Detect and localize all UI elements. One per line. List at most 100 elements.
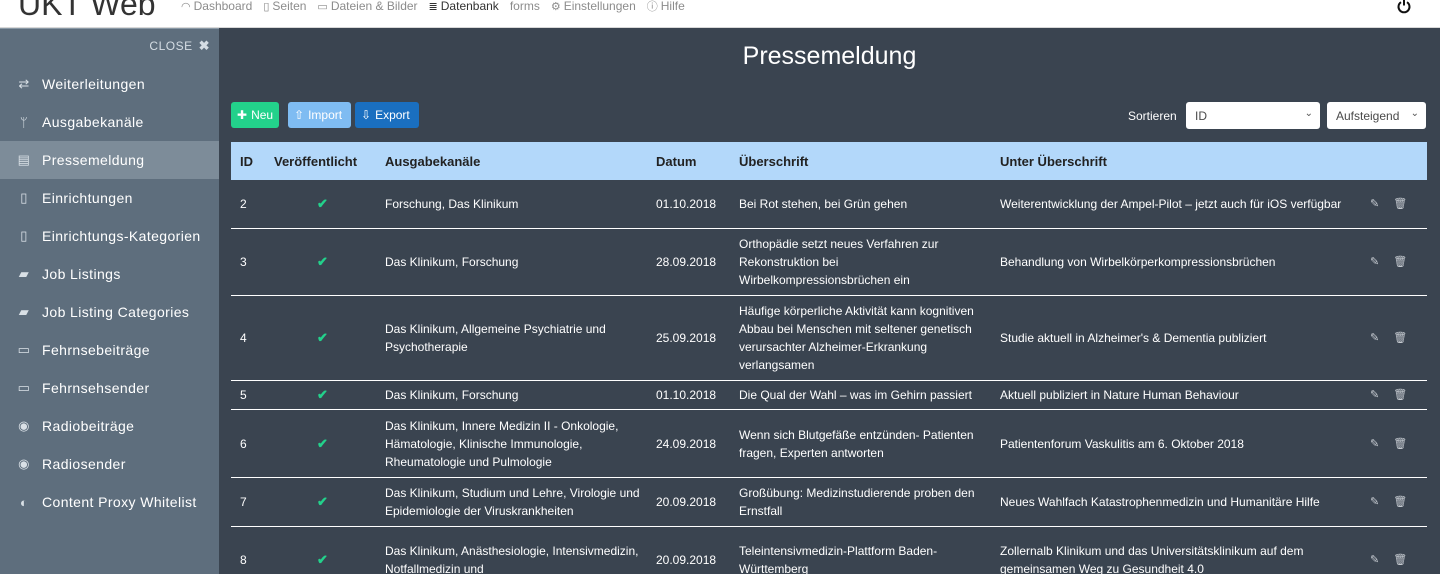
cell-channels: Das Klinikum, Forschung	[385, 388, 519, 402]
nav-item-label: forms	[509, 0, 540, 13]
nav-item-datenbank[interactable]: ≣ Datenbank	[429, 0, 499, 14]
nav-item-dashboard[interactable]: ◠ Dashboard	[181, 0, 252, 14]
sidebar-item-pressemeldung[interactable]: ▤ Pressemeldung	[0, 141, 219, 179]
cell-date: 01.10.2018	[656, 388, 717, 402]
pencil-icon[interactable]: ✎	[1370, 435, 1379, 453]
sidebar-close-button[interactable]: CLOSE ✖	[149, 38, 210, 54]
sort-order-select[interactable]: Aufsteigend ⌄	[1327, 102, 1426, 129]
cell-date: 25.09.2018	[656, 331, 717, 345]
import-button[interactable]: ⇧ Import	[288, 102, 351, 128]
cell-date: 01.10.2018	[656, 197, 717, 211]
sidebar-item-label: Ausgabekanäle	[42, 114, 144, 130]
power-icon[interactable]	[1396, 0, 1412, 14]
table-row[interactable]: 5 ✔ Das Klinikum, Forschung 01.10.2018 Die Q…	[231, 381, 1427, 410]
table-row[interactable]: 4 ✔ Das Klinikum, Allgemeine Psychiatrie u…	[231, 296, 1427, 381]
check-icon: ✔	[317, 254, 328, 269]
row-actions: ✎ 🗑	[1370, 435, 1427, 453]
sidebar-item-radiosender[interactable]: ◉ Radiosender	[0, 445, 219, 483]
pencil-icon[interactable]: ✎	[1370, 551, 1379, 569]
table-row[interactable]: 8 ✔ Das Klinikum, Anästhesiologie, Intensi…	[231, 527, 1427, 574]
sidebar-item-einrichtungen[interactable]: ▯ Einrichtungen	[0, 179, 219, 217]
nav-item-dateien-bilder[interactable]: ▭ Dateien & Bilder	[317, 0, 417, 14]
nav-item-forms[interactable]: forms	[510, 0, 540, 14]
nav-item-label: Einstellungen	[563, 0, 636, 13]
sidebar-item-label: Fehrnsehsender	[42, 380, 150, 396]
cell-subtitle: Patientenforum Vaskulitis am 6. Oktober …	[1000, 436, 1244, 451]
trash-icon[interactable]: 🗑	[1393, 435, 1407, 453]
col-header-id[interactable]: ID	[231, 154, 274, 169]
sidebar: CLOSE ✖ ⇄ Weiterleitungen ᛘ Ausgabekanäle ▤ P…	[0, 28, 219, 574]
trash-icon[interactable]: 🗑	[1393, 493, 1407, 511]
sort-order-value: Aufsteigend	[1336, 108, 1400, 123]
sidebar-item-job-listing-categories[interactable]: ▰ Job Listing Categories	[0, 293, 219, 331]
trash-icon[interactable]: 🗑	[1393, 551, 1407, 569]
trash-icon[interactable]: 🗑	[1393, 386, 1407, 404]
cell-title: Wenn sich Blutgefäße entzünden- Patiente…	[739, 427, 974, 460]
sidebar-item-label: Job Listing Categories	[42, 304, 190, 320]
sidebar-item-fehrnsehsender[interactable]: ▭ Fehrnsehsender	[0, 369, 219, 407]
new-button-label: Neu	[251, 108, 274, 122]
files-icon: ▭	[317, 0, 328, 13]
col-header-date[interactable]: Datum	[656, 154, 739, 169]
podcast-icon: ◉	[18, 456, 30, 471]
col-header-published[interactable]: Veröffentlicht	[274, 154, 385, 169]
pencil-icon[interactable]: ✎	[1370, 329, 1379, 347]
cell-channels: Das Klinikum, Studium und Lehre, Virolog…	[385, 486, 640, 518]
nav-item-einstellungen[interactable]: ⚙ Einstellungen	[551, 0, 636, 14]
sidebar-item-label: Pressemeldung	[42, 152, 145, 168]
cell-title: Orthopädie setzt neues Verfahren zur Rek…	[739, 237, 939, 287]
cell-title: Häufige körperliche Aktivität kann kogni…	[739, 304, 974, 372]
cell-title: Die Qual der Wahl – was im Gehirn passie…	[739, 388, 972, 402]
chevron-down-icon: ⌄	[1410, 108, 1419, 119]
sidebar-item-radiobeitr-ge[interactable]: ◉ Radiobeiträge	[0, 407, 219, 445]
cell-published: ✔	[274, 435, 385, 453]
sort-field-value: ID	[1195, 108, 1207, 123]
sidebar-item-weiterleitungen[interactable]: ⇄ Weiterleitungen	[0, 65, 219, 103]
trash-icon[interactable]: 🗑	[1393, 195, 1407, 213]
nav-item-hilfe[interactable]: ⓘ Hilfe	[647, 0, 685, 14]
cell-id: 2	[240, 197, 247, 211]
pencil-icon[interactable]: ✎	[1370, 386, 1379, 404]
sidebar-item-ausgabekan-le[interactable]: ᛘ Ausgabekanäle	[0, 103, 219, 141]
cell-title: Großübung: Medizinstudierende proben den…	[739, 486, 975, 518]
pencil-icon[interactable]: ✎	[1370, 493, 1379, 511]
table-row[interactable]: 3 ✔ Das Klinikum, Forschung 28.09.2018 Ortho…	[231, 229, 1427, 296]
table-row[interactable]: 6 ✔ Das Klinikum, Innere Medizin II - Onko…	[231, 410, 1427, 478]
sort-field-select[interactable]: ID ⌄	[1186, 102, 1320, 129]
download-icon: ⇩	[361, 108, 372, 122]
pencil-icon[interactable]: ✎	[1370, 195, 1379, 213]
cell-channels: Das Klinikum, Forschung	[385, 255, 519, 269]
sidebar-item-fehrnsebeitr-ge[interactable]: ▭ Fehrnsebeiträge	[0, 331, 219, 369]
trash-icon[interactable]: 🗑	[1393, 253, 1407, 271]
nav-item-seiten[interactable]: ▯ Seiten	[263, 0, 306, 14]
new-button[interactable]: ✚ Neu	[231, 102, 279, 128]
gear-icon: ⚙	[550, 0, 561, 13]
briefcase-icon: ▰	[18, 304, 30, 319]
col-header-subtitle[interactable]: Unter Überschrift	[1000, 154, 1370, 169]
chevron-down-icon: ⌄	[1304, 108, 1313, 119]
check-icon: ✔	[317, 435, 328, 451]
table-row[interactable]: 2 ✔ Forschung, Das Klinikum 01.10.2018 Bei R…	[231, 180, 1427, 229]
cell-published: ✔	[274, 253, 385, 271]
nav-item-label: Hilfe	[660, 0, 685, 13]
sidebar-item-einrichtungs-kategorien[interactable]: ▯ Einrichtungs-Kategorien	[0, 217, 219, 255]
info-icon: ⓘ	[646, 1, 658, 13]
building-icon: ▯	[20, 228, 28, 243]
cell-channels: Das Klinikum, Innere Medizin II - Onkolo…	[385, 418, 619, 469]
export-button[interactable]: ⇩ Export	[355, 102, 419, 128]
check-icon: ✔	[317, 387, 328, 402]
brand-logo[interactable]: UKT Web	[18, 0, 156, 23]
table-row[interactable]: 7 ✔ Das Klinikum, Studium und Lehre, Virol…	[231, 478, 1427, 527]
trash-icon[interactable]: 🗑	[1393, 329, 1407, 347]
sidebar-menu: ⇄ Weiterleitungen ᛘ Ausgabekanäle ▤ Pressemel…	[0, 65, 219, 521]
briefcase-icon: ▰	[18, 266, 30, 281]
sidebar-item-job-listings[interactable]: ▰ Job Listings	[0, 255, 219, 293]
table-header: ID Veröffentlicht Ausgabekanäle Datum Üb…	[231, 142, 1427, 180]
pencil-icon[interactable]: ✎	[1370, 253, 1379, 271]
col-header-title[interactable]: Überschrift	[739, 154, 1000, 169]
cell-id: 7	[240, 495, 247, 509]
sidebar-item-content-proxy-whitelist[interactable]: ◐ Content Proxy Whitelist	[0, 483, 219, 521]
col-header-channels[interactable]: Ausgabekanäle	[385, 154, 656, 169]
main-content: Pressemeldung ✚ Neu ⇧ Import ⇩ Export So…	[219, 28, 1440, 574]
cell-published: ✔	[274, 386, 385, 404]
